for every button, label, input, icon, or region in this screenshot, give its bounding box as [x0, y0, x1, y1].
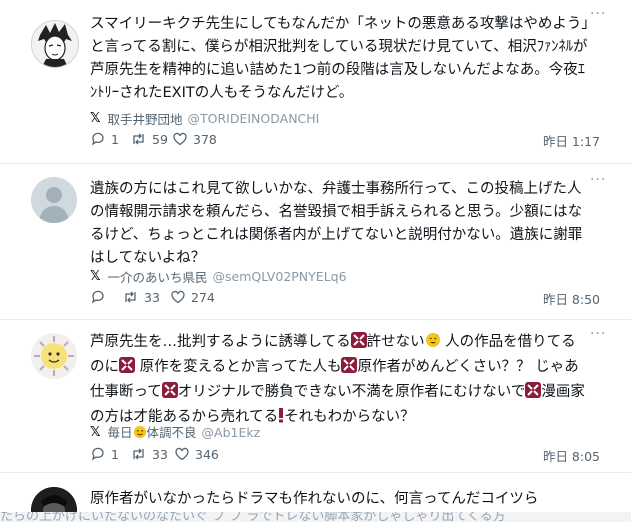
like-button[interactable]: 346	[174, 446, 219, 462]
smiling-sweat-emoji	[425, 332, 441, 356]
action-bar: 1 33 346	[90, 446, 600, 464]
repost-button[interactable]: 59	[130, 131, 168, 147]
anger-symbol-emoji	[525, 382, 542, 406]
avatar-manga-portrait	[32, 21, 78, 67]
smiling-face-emoji	[133, 425, 147, 442]
repost-count: 33	[144, 289, 160, 305]
source-name-part: 体調不良	[146, 425, 197, 440]
timestamp[interactable]: 昨日 1:17	[543, 131, 600, 150]
source-handle: @TORIDEINODANCHI	[187, 110, 320, 126]
reply-button[interactable]	[90, 289, 111, 305]
like-count: 274	[191, 289, 215, 305]
reply-bubble-icon	[91, 290, 104, 304]
anger-symbol-emoji	[161, 382, 178, 406]
post-1[interactable]: ··· スマイリーキクチ先生にしてもなんだか「ネットの悪意ある攻撃はやめよう」と…	[0, 0, 631, 165]
like-count: 346	[195, 446, 219, 462]
reply-count: 1	[111, 131, 119, 147]
source-name: 一介のあいち県民	[107, 269, 208, 285]
repost-button[interactable]: 33	[122, 289, 160, 305]
like-button[interactable]: 274	[170, 289, 215, 305]
repost-button[interactable]: 33	[130, 446, 168, 462]
repost-count: 33	[152, 446, 168, 462]
avatar[interactable]	[31, 20, 79, 68]
repost-icon	[133, 448, 144, 460]
source-name: 取手井野団地	[107, 111, 183, 127]
reply-button[interactable]: 1	[90, 131, 119, 147]
more-dots-icon[interactable]: ···	[590, 6, 606, 22]
source-name-part: 毎日	[107, 425, 133, 440]
post-text: 原作者がいなかったらドラマも作れないのに、何言ってんだコイツら	[90, 491, 539, 507]
like-button[interactable]: 378	[172, 131, 217, 147]
anger-symbol-emoji	[119, 357, 135, 381]
reply-count: 1	[111, 446, 119, 462]
source-attribution[interactable]: 𝕏 毎日 体調不良 @Ab1Ekz	[90, 423, 260, 441]
more-dots-icon[interactable]: ···	[590, 326, 606, 342]
post-text-part: それもわからない？	[284, 409, 415, 425]
repost-icon	[125, 291, 136, 303]
post-text-part: 芦原先生を…批判するように誘導してる	[90, 334, 351, 350]
x-logo-icon: 𝕏	[90, 268, 101, 284]
cut-off-text-strip: たらの上がげにいたないのなたいぐ ブ ブ ラでトレない脚本家がしゃしゃり出てくる…	[0, 512, 631, 522]
action-bar: 1 59 378	[90, 131, 600, 149]
reply-button[interactable]: 1	[90, 446, 119, 462]
action-bar: 33 274	[90, 289, 600, 307]
more-dots-icon[interactable]: ···	[590, 172, 606, 188]
reply-bubble-icon	[91, 132, 104, 146]
x-logo-icon: 𝕏	[90, 424, 101, 440]
default-profile-icon	[31, 177, 77, 223]
source-attribution[interactable]: 𝕏 取手井野団地 @TORIDEINODANCHI	[90, 109, 319, 127]
post-text: 芦原先生を…批判するように誘導してる 許せない 人の作品を借りてるのに 原作を変え…	[90, 331, 590, 431]
timestamp[interactable]: 昨日 8:50	[543, 289, 600, 308]
avatar-dark-portrait	[31, 487, 77, 512]
post-text-part: 許せない	[366, 334, 425, 350]
post-text: スマイリーキクチ先生にしてもなんだか「ネットの悪意ある攻撃はやめよう」と言ってる…	[90, 16, 589, 101]
post-text-part: オリジナルで勝負できない不満を原作者にむけないで	[177, 384, 526, 400]
source-attribution[interactable]: 𝕏 一介のあいち県民 @semQLV02PNYELq6	[90, 267, 347, 285]
reply-bubble-icon	[91, 447, 104, 461]
post-2[interactable]: ··· 遺族の方にはこれ見て欲しいかな、弁護士事務所行って、この投稿上げた人の情…	[0, 164, 631, 319]
avatar-sun-character	[31, 333, 77, 379]
anger-symbol-emoji	[350, 332, 367, 356]
x-logo-icon: 𝕏	[90, 110, 101, 126]
post-4[interactable]: 原作者がいなかったらドラマも作れないのに、何言ってんだコイツら	[0, 473, 631, 512]
post-text-part: 原作を変えるとか言ってた人も	[135, 359, 342, 375]
cut-off-text: たらの上がげにいたないのなたいぐ ブ ブ ラでトレない脚本家がしゃしゃり出てくる…	[0, 512, 506, 522]
heart-icon	[175, 447, 189, 461]
repost-count: 59	[152, 131, 168, 147]
source-name: 毎日 体調不良	[107, 422, 196, 442]
repost-icon	[133, 133, 144, 145]
heart-icon	[171, 290, 185, 304]
post-text: 遺族の方にはこれ見て欲しいかな、弁護士事務所行って、この投稿上げた人の情報開示請…	[90, 181, 583, 266]
avatar[interactable]	[31, 177, 77, 223]
avatar[interactable]	[31, 333, 77, 379]
heart-icon	[173, 132, 187, 146]
like-count: 378	[193, 131, 217, 147]
anger-symbol-emoji	[341, 357, 358, 381]
post-3[interactable]: ··· 芦原先生を…批判するように誘導してる 許せない 人の作品を借りてるのに 原…	[0, 320, 631, 470]
source-handle: @Ab1Ekz	[201, 424, 261, 440]
timestamp[interactable]: 昨日 8:05	[543, 446, 600, 465]
source-handle: @semQLV02PNYELq6	[212, 268, 347, 284]
avatar[interactable]	[31, 487, 77, 512]
